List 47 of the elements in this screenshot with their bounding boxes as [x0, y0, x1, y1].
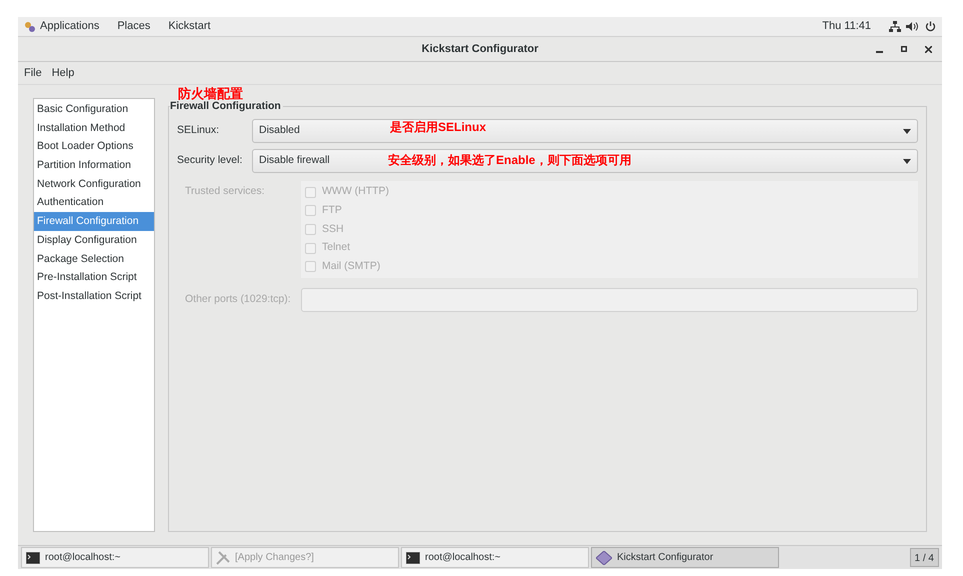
service-label: Mail (SMTP) [322, 258, 380, 274]
terminal-icon [406, 552, 420, 564]
sidebar-item[interactable]: Partition Information [34, 156, 154, 175]
sidebar-item[interactable]: Pre-Installation Script [34, 268, 154, 287]
apps-icon [24, 20, 36, 32]
security-level-label: Security level: [177, 153, 244, 168]
dropdown-caret-icon [903, 128, 911, 134]
sidebar-item[interactable]: Package Selection [34, 250, 154, 268]
sidebar-item[interactable]: Post-Installation Script [34, 286, 154, 306]
sidebar-item[interactable]: Network Configuration [34, 174, 154, 194]
service-label: Telnet [322, 240, 350, 256]
taskbar-button[interactable]: root@localhost:~ [21, 547, 209, 568]
trusted-services-label: Trusted services: [184, 184, 266, 199]
diamond-icon [596, 550, 612, 564]
selinux-label: SELinux: [177, 123, 220, 138]
minimize-icon[interactable] [876, 51, 883, 53]
service-label: SSH [322, 222, 344, 237]
clock[interactable]: Thu 11:41 [822, 18, 871, 35]
top-menu[interactable]: Kickstart [168, 18, 211, 35]
group-title: Firewall Configuration [170, 99, 283, 113]
power-icon[interactable] [925, 21, 936, 32]
top-menu[interactable]: Applications [40, 18, 100, 35]
network-icon[interactable] [889, 21, 901, 32]
close-icon[interactable] [925, 46, 932, 52]
menu-item[interactable]: File [24, 64, 42, 82]
sidebar-item[interactable]: Boot Loader Options [34, 137, 154, 156]
service-label: WWW (HTTP) [322, 184, 390, 200]
sidebar-item[interactable]: Basic Configuration [34, 100, 154, 119]
taskbar-button[interactable]: root@localhost:~ [401, 547, 589, 568]
sidebar-item[interactable]: Authentication [34, 193, 154, 212]
menu-item[interactable]: Help [52, 64, 74, 82]
sidebar-item[interactable]: Installation Method [34, 118, 154, 138]
service-label: FTP [322, 203, 342, 218]
terminal-icon [26, 552, 40, 564]
sidebar-item[interactable]: Display Configuration [34, 230, 154, 250]
top-menu[interactable]: Places [117, 18, 150, 35]
taskbar-button[interactable]: Kickstart Configurator [591, 547, 779, 568]
annotation-text: 防火墙配置 [178, 85, 243, 102]
annotation-text: 是否启用SELinux [390, 119, 486, 136]
maximize-icon[interactable] [901, 46, 907, 52]
workspace-pager[interactable]: 1 / 4 [910, 548, 939, 567]
window-title: Kickstart Configurator [420, 42, 540, 57]
other-ports-label: Other ports (1029:tcp): [184, 292, 292, 308]
volume-icon[interactable] [906, 21, 919, 32]
tools-icon [216, 550, 230, 564]
dropdown-caret-icon [903, 158, 911, 164]
annotation-text: 安全级别，如果选了Enable，则下面选项可用 [388, 152, 632, 169]
